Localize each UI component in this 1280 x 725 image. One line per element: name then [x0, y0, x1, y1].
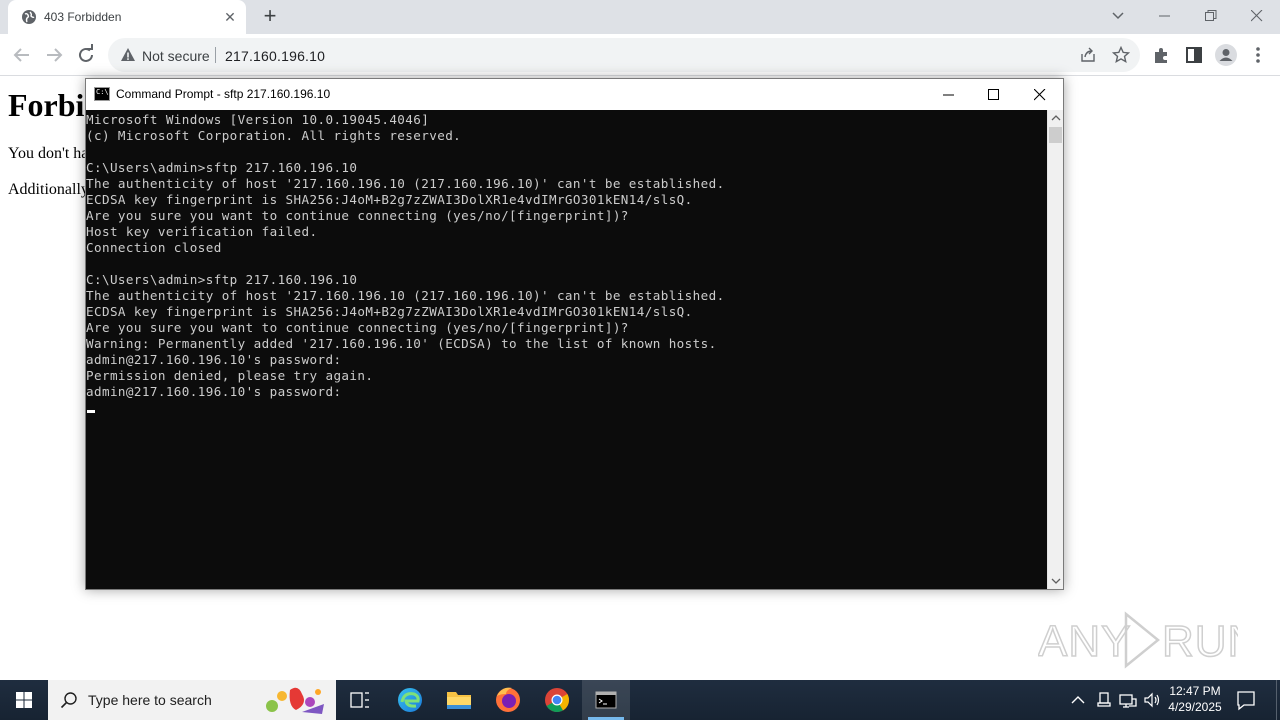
reload-icon[interactable]: [74, 43, 98, 67]
cmd-minimize-button[interactable]: [926, 79, 972, 110]
page-paragraph-2: Additionally,: [8, 181, 92, 198]
edge-icon[interactable]: [386, 680, 434, 720]
search-highlight-icon: [266, 687, 324, 714]
star-icon[interactable]: [1112, 46, 1130, 64]
close-icon: [1034, 89, 1046, 101]
svg-text:ANY: ANY: [1038, 617, 1131, 666]
minimize-icon: [943, 94, 954, 96]
system-clock[interactable]: 12:47 PM 4/29/2025: [1160, 683, 1230, 715]
console-line: admin@217.160.196.10's password:: [86, 352, 342, 367]
back-icon[interactable]: [10, 43, 34, 67]
usb-icon[interactable]: [1094, 690, 1114, 710]
tab-strip: 403 Forbidden ✕ +: [0, 0, 1280, 34]
menu-icon[interactable]: [1246, 43, 1270, 67]
minimize-icon: [1159, 15, 1170, 17]
security-label[interactable]: Not secure: [142, 48, 210, 64]
command-prompt-icon: C:\: [94, 87, 110, 101]
cmd-scrollbar[interactable]: [1047, 110, 1063, 589]
close-icon: [1251, 10, 1263, 22]
console-line: C:\Users\admin>sftp 217.160.196.10: [86, 160, 358, 175]
globe-icon: [22, 10, 36, 24]
volume-icon[interactable]: [1142, 690, 1162, 710]
page-heading: Forbi: [8, 87, 85, 123]
console-line: C:\Users\admin>sftp 217.160.196.10: [86, 272, 358, 287]
cmd-close-button[interactable]: [1017, 79, 1063, 110]
svg-text:RUN: RUN: [1162, 617, 1238, 666]
console-line: (c) Microsoft Corporation. All rights re…: [86, 128, 462, 143]
console-line: Are you sure you want to continue connec…: [86, 320, 629, 335]
page-paragraph-1: You don't hav: [8, 145, 97, 162]
browser-toolbar: Not secure 217.160.196.10: [0, 34, 1280, 76]
side-panel-icon[interactable]: [1182, 43, 1206, 67]
console-line: Connection closed: [86, 240, 222, 255]
tab-title: 403 Forbidden: [44, 10, 122, 24]
console-line: Permission denied, please try again.: [86, 368, 374, 383]
address-bar[interactable]: Not secure 217.160.196.10: [108, 38, 1140, 72]
console-line: ECDSA key fingerprint is SHA256:J4oM+B2g…: [86, 192, 693, 207]
console-line: Host key verification failed.: [86, 224, 318, 239]
windows-start-icon[interactable]: [0, 680, 48, 720]
minimize-button[interactable]: [1142, 0, 1188, 32]
extensions-icon[interactable]: [1150, 43, 1174, 67]
console-line: Microsoft Windows [Version 10.0.19045.40…: [86, 112, 430, 127]
chevron-up-icon[interactable]: [1068, 690, 1088, 710]
task-view-icon[interactable]: [336, 680, 384, 720]
console-line: Are you sure you want to continue connec…: [86, 208, 629, 223]
console-line: admin@217.160.196.10's password:: [86, 384, 342, 399]
console-text: Microsoft Windows [Version 10.0.19045.40…: [86, 112, 725, 400]
command-prompt-window[interactable]: C:\ Command Prompt - sftp 217.160.196.10…: [85, 78, 1064, 590]
url-text[interactable]: 217.160.196.10: [225, 48, 325, 64]
scroll-down-icon[interactable]: [1048, 573, 1064, 589]
cmd-maximize-button[interactable]: [971, 79, 1017, 110]
text-cursor: [87, 410, 95, 413]
cmd-window-title: Command Prompt - sftp 217.160.196.10: [116, 87, 331, 101]
search-placeholder: Type here to search: [88, 692, 212, 708]
console-output[interactable]: Microsoft Windows [Version 10.0.19045.40…: [86, 110, 1047, 589]
profile-icon[interactable]: [1214, 43, 1238, 67]
close-tab-icon[interactable]: ✕: [222, 9, 238, 25]
restore-icon: [1205, 10, 1217, 21]
browser-tab[interactable]: 403 Forbidden ✕: [8, 0, 246, 34]
console-line: Warning: Permanently added '217.160.196.…: [86, 336, 717, 351]
cmd-titlebar[interactable]: C:\ Command Prompt - sftp 217.160.196.10: [86, 79, 1063, 110]
taskbar-command-prompt[interactable]: [582, 680, 630, 720]
omnibox-divider: [215, 47, 216, 63]
command-prompt-icon: [595, 691, 617, 709]
search-icon: [60, 692, 77, 709]
console-line: ECDSA key fingerprint is SHA256:J4oM+B2g…: [86, 304, 693, 319]
warning-icon[interactable]: [120, 47, 136, 63]
maximize-icon: [988, 89, 999, 100]
taskbar-search-box[interactable]: Type here to search: [48, 680, 336, 720]
restore-button[interactable]: [1188, 0, 1234, 32]
tab-search-icon[interactable]: [1108, 8, 1128, 24]
network-icon[interactable]: [1118, 690, 1138, 710]
console-line: The authenticity of host '217.160.196.10…: [86, 288, 725, 303]
console-line: The authenticity of host '217.160.196.10…: [86, 176, 725, 191]
clock-time: 12:47 PM: [1169, 684, 1221, 698]
file-explorer-icon[interactable]: [435, 680, 483, 720]
show-desktop-button[interactable]: [1276, 680, 1280, 720]
close-window-button[interactable]: [1234, 0, 1280, 32]
share-icon[interactable]: [1080, 47, 1096, 63]
notification-icon[interactable]: [1234, 689, 1258, 711]
forward-icon[interactable]: [42, 43, 66, 67]
firefox-icon[interactable]: [484, 680, 532, 720]
new-tab-button[interactable]: +: [258, 5, 282, 29]
windows-taskbar: Type here to search 12:47 PM 4/29/2025: [0, 680, 1280, 720]
anyrun-watermark-logo: ANY RUN: [1038, 611, 1238, 669]
chrome-icon[interactable]: [533, 680, 581, 720]
scroll-thumb[interactable]: [1049, 127, 1062, 143]
scroll-up-icon[interactable]: [1048, 110, 1064, 126]
clock-date: 4/29/2025: [1168, 700, 1222, 714]
